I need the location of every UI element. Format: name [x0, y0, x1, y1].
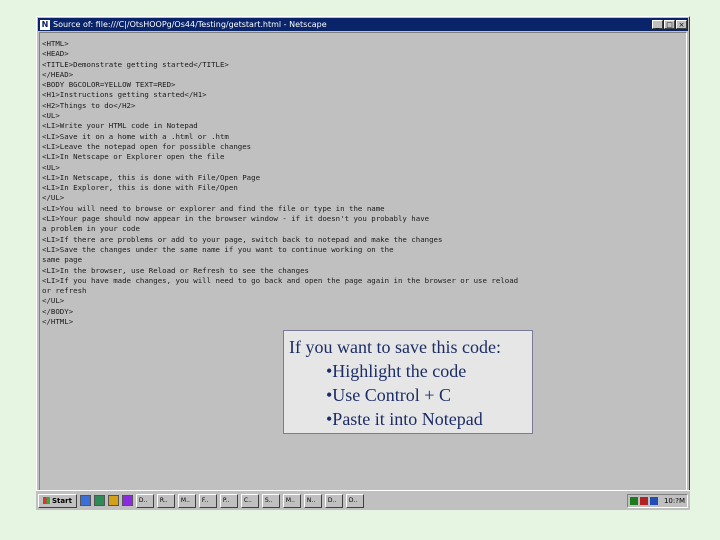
source-line: <LI>Write your HTML code in Notepad: [42, 121, 198, 131]
callout-heading: If you want to save this code:: [289, 337, 501, 357]
taskbar-task-button[interactable]: P..: [219, 493, 238, 508]
callout-item-highlight: •Highlight the code: [326, 361, 467, 381]
close-button[interactable]: ×: [676, 20, 687, 29]
source-line: </UL>: [42, 193, 65, 203]
source-line: <LI>Save it on a home with a .html or .h…: [42, 131, 229, 141]
taskbar-task-button[interactable]: D..: [135, 493, 154, 508]
taskbar-task-button[interactable]: C..: [240, 493, 259, 508]
taskbar-task-button[interactable]: D..: [345, 493, 364, 508]
source-line: <H2>Things to do</H2>: [42, 100, 136, 110]
source-content-area[interactable]: <HTML> <HEAD> <TITLE>Demonstrate getting s…: [39, 32, 687, 505]
source-line: </UL>: [42, 296, 65, 306]
netscape-icon: N: [40, 19, 50, 30]
source-line: <H1>Instructions getting started</H1>: [42, 90, 207, 100]
quick-launch-icon[interactable]: [93, 495, 105, 506]
start-button[interactable]: Start: [38, 493, 77, 508]
source-line: <LI>You will need to browse or explorer …: [42, 203, 385, 213]
taskbar-task-button[interactable]: S..: [261, 493, 280, 508]
source-line: <LI>In the browser, use Reload or Refres…: [42, 265, 309, 275]
quick-launch-icon[interactable]: [79, 495, 91, 506]
source-line: </BODY>: [42, 306, 74, 316]
callout-item-copy: •Use Control + C: [326, 385, 451, 405]
start-label: Start: [52, 496, 72, 505]
source-line: <HEAD>: [42, 49, 69, 59]
source-line: <LI>In Explorer, this is done with File/…: [42, 183, 238, 193]
minimize-button[interactable]: _: [652, 20, 663, 29]
taskbar-task-button[interactable]: F..: [198, 493, 217, 508]
source-line: <LI>Leave the notepad open for possible …: [42, 141, 252, 151]
source-line: <TITLE>Demonstrate getting started</TITL…: [42, 59, 229, 69]
source-line: <LI>Your page should now appear in the b…: [42, 214, 430, 224]
source-line: <UL>: [42, 162, 60, 172]
source-line: <LI>If there are problems or add to your…: [42, 234, 443, 244]
quick-launch-icon[interactable]: [107, 495, 119, 506]
source-line: or refresh: [42, 286, 87, 296]
windows-taskbar: Start D.. R.. M.. F.. P.. C.. S.. M.. N.. D.. D.. …: [36, 490, 690, 510]
source-line: </HEAD>: [42, 69, 74, 79]
source-line: <BODY BGCOLOR=YELLOW TEXT=RED>: [42, 80, 176, 90]
tray-icon[interactable]: [629, 496, 638, 505]
html-source-code[interactable]: <HTML> <HEAD> <TITLE>Demonstrate getting s…: [42, 39, 518, 327]
source-line: <LI>In Netscape or Explorer open the fil…: [42, 152, 225, 162]
quick-launch-icon[interactable]: [121, 495, 133, 506]
callout-item-paste: •Paste it into Notepad: [326, 409, 483, 429]
source-line: <UL>: [42, 111, 60, 121]
window-title: Source of: file:///C|/OtsHOOPg/Os44/Test…: [53, 20, 327, 29]
tray-icon[interactable]: [639, 496, 648, 505]
tray-icon[interactable]: [649, 496, 658, 505]
taskbar-task-button[interactable]: N..: [303, 493, 322, 508]
clock: 10:?M: [663, 496, 685, 505]
windows-flag-icon: [43, 497, 50, 504]
taskbar-buttons: D.. R.. M.. F.. P.. C.. S.. M.. N.. D.. D..: [133, 493, 364, 508]
save-code-callout: If you want to save this code: •Highligh…: [283, 330, 533, 434]
source-line: <HTML>: [42, 39, 69, 48]
taskbar-task-button[interactable]: D..: [324, 493, 343, 508]
source-line: <LI>If you have made changes, you will n…: [42, 275, 519, 285]
taskbar-task-button[interactable]: R..: [156, 493, 175, 508]
netscape-source-window: N Source of: file:///C|/OtsHOOPg/Os44/Te…: [36, 16, 690, 510]
window-titlebar[interactable]: N Source of: file:///C|/OtsHOOPg/Os44/Te…: [38, 18, 688, 31]
source-line: <LI>In Netscape, this is done with File/…: [42, 172, 261, 182]
source-line: same page: [42, 255, 83, 265]
taskbar-task-button[interactable]: M..: [282, 493, 301, 508]
source-line: </HTML>: [42, 317, 74, 327]
system-tray: 10:?M: [626, 493, 688, 508]
maximize-button[interactable]: □: [664, 20, 675, 29]
source-line: a problem in your code: [42, 224, 140, 234]
source-line: <LI>Save the changes under the same name…: [42, 244, 394, 254]
taskbar-task-button[interactable]: M..: [177, 493, 196, 508]
